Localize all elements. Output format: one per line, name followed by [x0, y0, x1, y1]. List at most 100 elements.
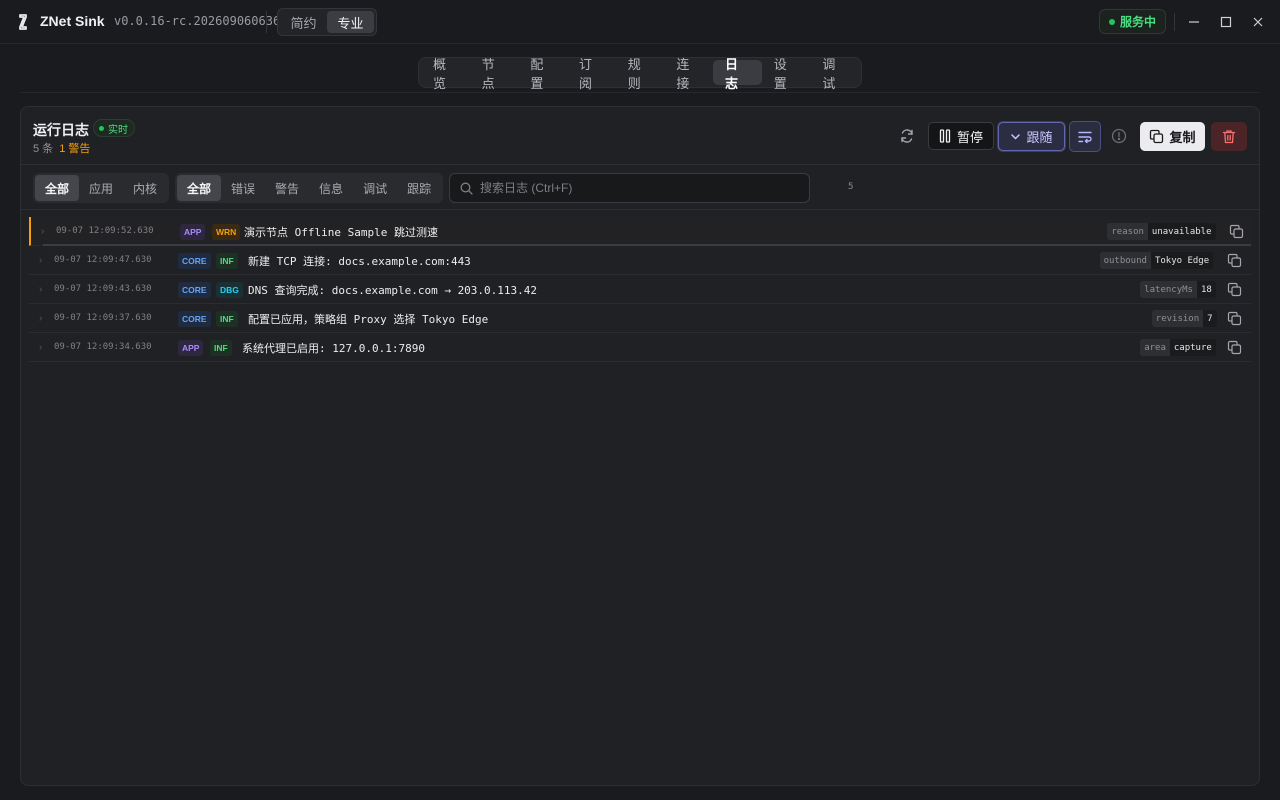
- wrap-text-icon: [1078, 131, 1092, 143]
- nav-tab-settings[interactable]: 设置: [762, 57, 811, 91]
- expand-chevron-icon[interactable]: ›: [39, 284, 42, 295]
- log-field-key: latencyMs: [1140, 281, 1197, 298]
- log-panel: 运行日志 实时 5 条 1 警告 暂停 跟随 复制 全部 应用 内核 全部 错误…: [20, 106, 1260, 786]
- log-level-tag: DBG: [216, 282, 243, 298]
- log-row[interactable]: › 09-07 12:09:47.630 CORE INF 新建 TCP 连接:…: [29, 246, 1251, 275]
- clear-logs-button[interactable]: [1211, 122, 1247, 151]
- minimize-icon: [1189, 21, 1199, 23]
- info-button[interactable]: [1109, 126, 1129, 146]
- log-field-value: Tokyo Edge: [1150, 252, 1214, 269]
- nav-tab-nodes[interactable]: 节点: [470, 57, 519, 91]
- log-list: › 09-07 12:09:52.630 APP WRN 演示节点 Offlin…: [29, 217, 1251, 362]
- pause-icon: [939, 129, 951, 143]
- copy-row-icon[interactable]: [1227, 282, 1242, 297]
- level-filter-error[interactable]: 错误: [221, 175, 265, 201]
- log-level-tag: INF: [216, 311, 238, 327]
- warning-count: 1 警告: [59, 143, 91, 155]
- nav-tab-logs[interactable]: 日志: [713, 57, 762, 91]
- log-count: 5 条 1 警告: [33, 140, 90, 156]
- level-filter-trace[interactable]: 跟踪: [397, 175, 441, 201]
- expand-chevron-icon[interactable]: ›: [39, 313, 42, 324]
- copy-row-icon[interactable]: [1227, 253, 1242, 268]
- mode-toggle: 简约 专业: [277, 8, 377, 36]
- log-message: 系统代理已启用: 127.0.0.1:7890: [242, 342, 425, 355]
- nav-tab-overview[interactable]: 概览: [421, 57, 470, 91]
- log-field-value: 18: [1196, 281, 1216, 298]
- log-field-chip: outbound Tokyo Edge: [1099, 252, 1214, 269]
- log-row[interactable]: › 09-07 12:09:34.630 APP INF 系统代理已启用: 12…: [29, 333, 1251, 362]
- follow-button[interactable]: 跟随: [998, 122, 1065, 151]
- log-source-tag: CORE: [178, 253, 211, 269]
- main-nav: 概览 节点 配置 订阅 规则 连接 日志 设置 调试: [418, 57, 862, 91]
- title-divider: [266, 11, 267, 33]
- log-message: 新建 TCP 连接: docs.example.com:443: [248, 255, 471, 268]
- log-level-tag: INF: [210, 340, 232, 356]
- log-row[interactable]: › 09-07 12:09:52.630 APP WRN 演示节点 Offlin…: [29, 217, 1251, 246]
- app-version: v0.0.16-rc.202609060636: [114, 14, 281, 28]
- pause-button[interactable]: 暂停: [928, 122, 994, 150]
- nav-tab-rules[interactable]: 规则: [616, 57, 665, 91]
- log-search-input[interactable]: [480, 174, 800, 202]
- log-row[interactable]: › 09-07 12:09:37.630 CORE INF 配置已应用，策略组 …: [29, 304, 1251, 333]
- level-filter-debug[interactable]: 调试: [353, 175, 397, 201]
- log-row[interactable]: › 09-07 12:09:43.630 CORE DBG DNS 查询完成: …: [29, 275, 1251, 304]
- log-level-tag: INF: [216, 253, 238, 269]
- copy-row-icon[interactable]: [1227, 311, 1242, 326]
- log-timestamp: 09-07 12:09:52.630: [56, 226, 154, 236]
- copy-all-button[interactable]: 复制: [1140, 122, 1205, 151]
- source-filter-core[interactable]: 内核: [123, 175, 167, 201]
- log-field-key: outbound: [1099, 252, 1151, 269]
- log-source-tag: CORE: [178, 311, 211, 327]
- expand-chevron-icon[interactable]: ›: [41, 226, 44, 237]
- log-field-chip: latencyMs 18: [1140, 281, 1216, 298]
- level-filter: 全部 错误 警告 信息 调试 跟踪: [175, 173, 444, 203]
- log-field-chip: area capture: [1140, 339, 1216, 356]
- log-message: 演示节点 Offline Sample 跳过测速: [244, 226, 438, 239]
- log-field-chip: revision 7: [1151, 310, 1217, 327]
- status-label: 服务中: [1119, 15, 1156, 29]
- expand-chevron-icon[interactable]: ›: [39, 342, 42, 353]
- mode-simple-button[interactable]: 简约: [280, 11, 327, 33]
- pause-label: 暂停: [956, 129, 983, 145]
- copy-icon: [1150, 129, 1164, 144]
- level-filter-info[interactable]: 信息: [309, 175, 353, 201]
- log-panel-header: 运行日志 实时 5 条 1 警告 暂停 跟随 复制: [21, 107, 1259, 165]
- log-source-tag: APP: [178, 340, 204, 356]
- live-dot-icon: [99, 125, 104, 131]
- nav-tab-config[interactable]: 配置: [518, 57, 567, 91]
- app-name: ZNet Sink: [40, 13, 105, 29]
- log-field-value: unavailable: [1147, 223, 1216, 240]
- copy-row-icon[interactable]: [1227, 340, 1242, 355]
- total-count: 5 条: [33, 143, 54, 155]
- mode-pro-button[interactable]: 专业: [327, 11, 374, 33]
- log-level-tag: WRN: [212, 224, 241, 240]
- expand-chevron-icon[interactable]: ›: [39, 255, 42, 266]
- refresh-icon: [901, 129, 913, 143]
- nav-tab-debug[interactable]: 调试: [810, 57, 859, 91]
- wrap-lines-button[interactable]: [1069, 121, 1101, 152]
- log-message: DNS 查询完成: docs.example.com → 203.0.113.4…: [248, 284, 538, 297]
- log-field-key: revision: [1151, 310, 1204, 327]
- source-filter-all[interactable]: 全部: [35, 175, 80, 201]
- title-bar: ZNet Sink v0.0.16-rc.202609060636 简约 专业 …: [0, 0, 1280, 44]
- nav-tab-connections[interactable]: 连接: [664, 57, 713, 91]
- log-field-value: capture: [1169, 339, 1216, 356]
- maximize-button[interactable]: [1216, 12, 1236, 32]
- refresh-button[interactable]: [896, 125, 918, 147]
- log-message: 配置已应用，策略组 Proxy 选择 Tokyo Edge: [248, 313, 489, 326]
- minimize-button[interactable]: [1184, 12, 1204, 32]
- copy-row-icon[interactable]: [1229, 224, 1244, 239]
- copy-label: 复制: [1169, 130, 1196, 145]
- status-dot-icon: [1108, 18, 1115, 25]
- search-icon: [460, 182, 473, 195]
- source-filter-app[interactable]: 应用: [79, 175, 123, 201]
- level-filter-warning[interactable]: 警告: [265, 175, 309, 201]
- live-badge: 实时: [93, 119, 135, 137]
- log-timestamp: 09-07 12:09:34.630: [54, 342, 152, 352]
- close-button[interactable]: [1248, 12, 1268, 32]
- info-circle-icon: [1111, 128, 1127, 144]
- log-timestamp: 09-07 12:09:37.630: [54, 313, 152, 323]
- service-status-badge: 服务中: [1099, 9, 1166, 34]
- level-filter-all[interactable]: 全部: [177, 175, 222, 201]
- nav-tab-subscriptions[interactable]: 订阅: [567, 57, 616, 91]
